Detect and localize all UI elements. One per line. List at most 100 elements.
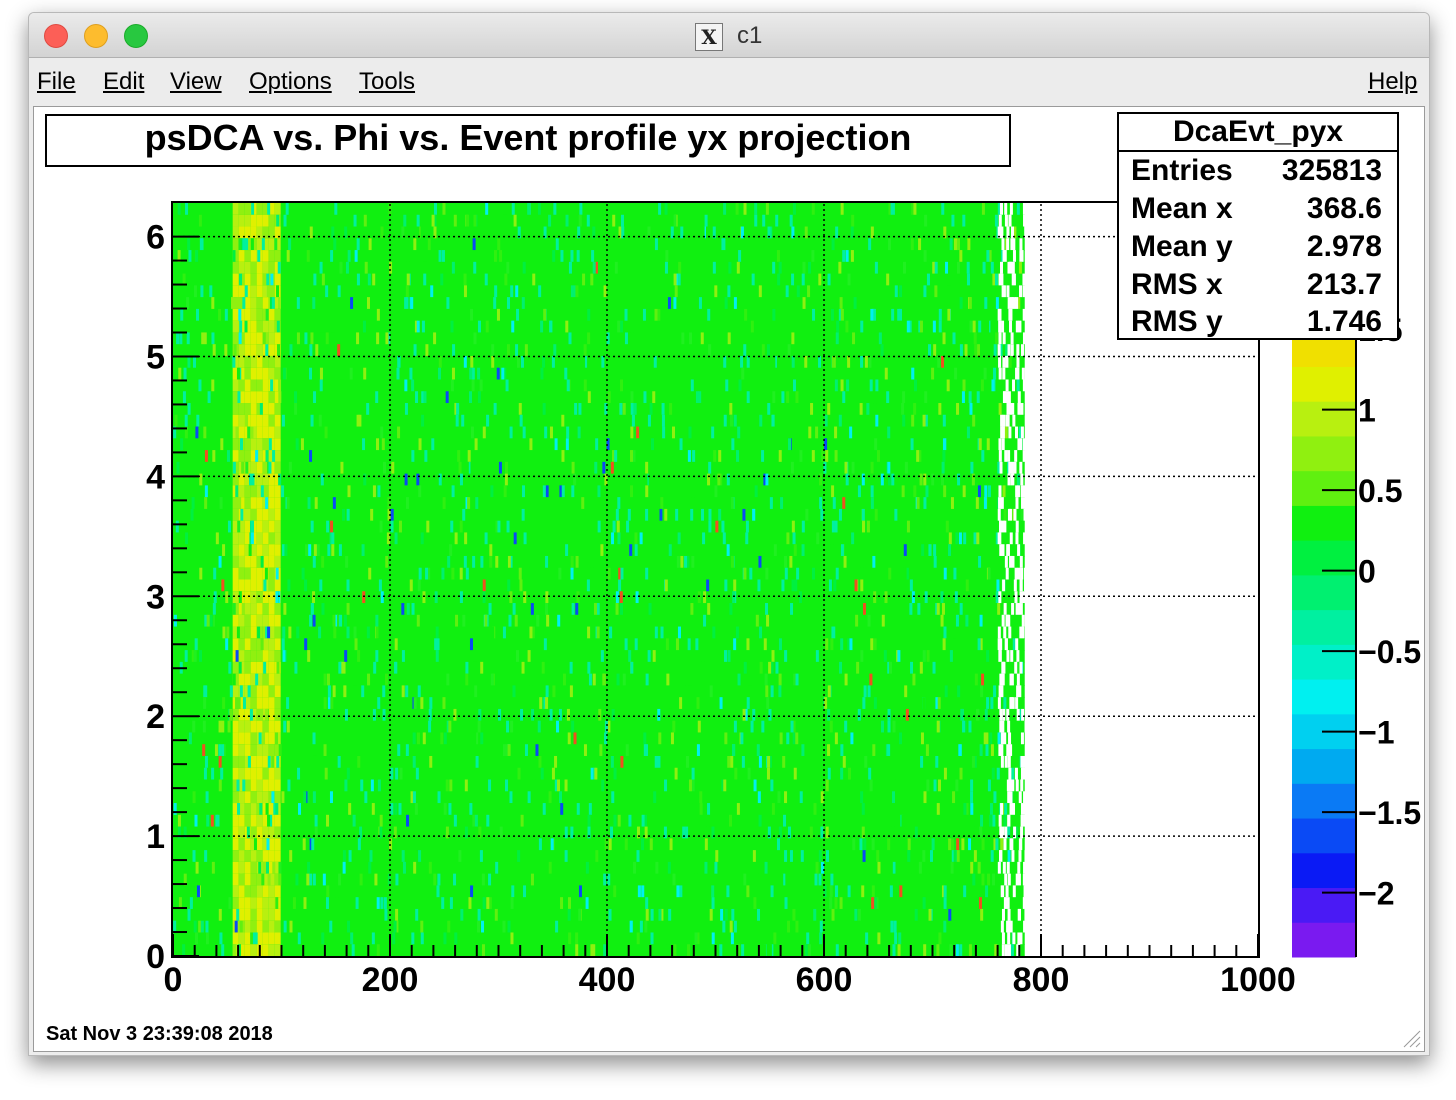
heatmap-cell <box>232 614 239 628</box>
heatmap-cell <box>784 791 788 804</box>
heatmap-cell <box>283 214 287 228</box>
heatmap-cell <box>256 744 263 757</box>
heatmap-cell <box>867 203 871 216</box>
heatmap-cell <box>204 850 208 863</box>
heatmap-cell <box>620 603 624 616</box>
heatmap-cell <box>699 803 703 816</box>
heatmap-cell <box>250 355 257 369</box>
heatmap-cell <box>962 720 966 734</box>
title-bar[interactable]: X c1 <box>29 13 1429 58</box>
heatmap-cell <box>974 826 978 839</box>
heatmap-cell <box>250 850 257 863</box>
heatmap-cell <box>472 814 476 828</box>
heatmap-cell <box>575 603 579 616</box>
heatmap-cell <box>238 379 245 392</box>
heatmap-cell <box>873 403 877 416</box>
heatmap-cell <box>309 791 313 804</box>
menu-options[interactable]: Options <box>249 68 332 96</box>
heatmap-gap <box>1001 885 1005 898</box>
heatmap-cell <box>319 367 323 381</box>
stats-box[interactable]: DcaEvt_pyx Entries 325813 Mean x 368.6 M… <box>1117 112 1399 340</box>
heatmap-cell <box>987 779 991 792</box>
heatmap-cell <box>274 403 281 416</box>
heatmap-cell <box>977 485 981 498</box>
heatmap-cell <box>428 720 432 734</box>
heatmap-cell <box>274 673 281 686</box>
resize-grip-icon[interactable] <box>1398 1025 1422 1049</box>
heatmap-cell <box>989 732 993 745</box>
heatmap-cell <box>978 320 982 334</box>
heatmap-cell <box>418 567 422 581</box>
heatmap-cell <box>691 497 695 510</box>
zoom-window-button[interactable] <box>124 24 148 48</box>
heatmap-cell <box>916 450 920 463</box>
menu-file[interactable]: File <box>37 68 76 96</box>
menu-help[interactable]: Help <box>1368 68 1417 96</box>
heatmap-cell <box>232 897 239 910</box>
heatmap-cell <box>762 944 766 957</box>
plot-canvas[interactable]: psDCA vs. Phi vs. Event profile yx proje… <box>33 106 1425 1052</box>
menu-view[interactable]: View <box>170 68 222 96</box>
heatmap-row <box>173 261 1025 275</box>
heatmap-cell <box>262 508 269 522</box>
heatmap-cell <box>628 650 632 663</box>
heatmap-cell <box>963 885 967 898</box>
heatmap-cell <box>475 755 479 769</box>
menu-tools[interactable]: Tools <box>359 68 415 96</box>
heatmap-cell <box>729 403 733 416</box>
heatmap-cell <box>832 626 836 639</box>
heatmap-cell <box>988 344 992 357</box>
heatmap-cell <box>423 391 427 404</box>
heatmap-cell <box>232 308 239 322</box>
heatmap-cell <box>268 708 275 722</box>
heatmap-cell <box>864 755 868 769</box>
heatmap-gap <box>1015 497 1019 510</box>
heatmap-cell <box>274 791 281 804</box>
heatmap-cell <box>274 885 281 898</box>
heatmap-gap <box>1006 544 1010 557</box>
palette-label: −1.5 <box>1358 795 1421 831</box>
heatmap-cell <box>443 932 447 945</box>
heatmap-cell <box>938 779 942 792</box>
heatmap-cell <box>839 897 843 910</box>
heatmap-cell <box>978 555 982 569</box>
heatmap-cell <box>568 261 572 275</box>
stats-value-rms-x: 213.7 <box>1307 268 1382 301</box>
heatmap-cell <box>246 826 250 839</box>
heatmap-cell <box>244 344 251 357</box>
heatmap-cell <box>211 885 215 898</box>
heatmap-row <box>173 367 1025 381</box>
heatmap-cell <box>463 273 467 286</box>
palette-band <box>1292 852 1356 889</box>
heatmap-cell <box>239 685 243 698</box>
histogram-plot[interactable]: psDCA vs. Phi vs. Event profile yx proje… <box>34 107 1424 1051</box>
heatmap-cell <box>849 426 853 439</box>
heatmap-cell <box>661 403 665 416</box>
heatmap-cell <box>256 755 263 769</box>
heatmap-cell <box>218 779 222 792</box>
heatmap-cell <box>723 779 727 792</box>
heatmap-cell <box>272 450 276 463</box>
heatmap-cell <box>541 661 545 675</box>
heatmap-cell <box>576 803 580 816</box>
heatmap-cell <box>448 803 452 816</box>
heatmap-cell <box>367 673 371 686</box>
heatmap-cell <box>860 650 864 663</box>
heatmap-cell <box>575 944 579 957</box>
heatmap-cell <box>991 767 995 781</box>
heatmap-cell <box>610 461 614 475</box>
heatmap-cell <box>874 438 878 451</box>
heatmap-row <box>173 920 1025 934</box>
heatmap-row <box>173 579 1025 592</box>
close-window-button[interactable] <box>44 24 68 48</box>
heatmap-cell <box>870 497 874 510</box>
menu-edit[interactable]: Edit <box>103 68 144 96</box>
heatmap-cell <box>816 532 820 545</box>
heatmap-cell <box>232 473 239 486</box>
minimize-window-button[interactable] <box>84 24 108 48</box>
heatmap-cell <box>570 826 574 839</box>
heatmap-cell <box>647 779 651 792</box>
heatmap-cell <box>881 614 885 628</box>
heatmap-cell <box>538 755 542 769</box>
heatmap-cell <box>311 838 315 851</box>
